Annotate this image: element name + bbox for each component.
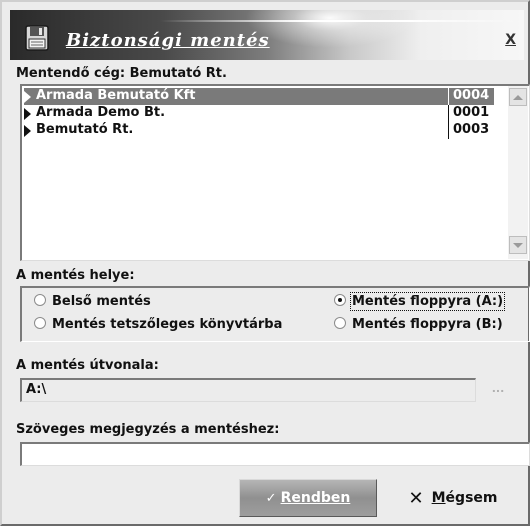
note-label: Szöveges megjegyzés a mentéshez:	[16, 422, 280, 437]
company-list[interactable]: Armada Bemutató Kft 0004 Armada Demo Bt.…	[20, 84, 530, 261]
triangle-right-icon	[24, 125, 31, 137]
company-code: 0001	[448, 105, 489, 122]
close-button[interactable]: X	[505, 32, 516, 48]
note-field[interactable]	[20, 442, 530, 466]
company-name: Armada Bemutató Kft	[36, 88, 196, 103]
backup-dialog: Biztonsági mentés X Mentendő cég: Bemuta…	[0, 0, 530, 526]
title-bar-flare	[245, 10, 415, 48]
cancel-accelerator: M	[431, 490, 446, 506]
triangle-right-icon	[24, 91, 31, 103]
radio-floppy-a[interactable]: Mentés floppyra (A:)	[334, 292, 506, 311]
radio-internal-backup[interactable]: Belső mentés	[34, 294, 151, 309]
radio-label: Belső mentés	[52, 294, 151, 309]
browse-button[interactable]: ...	[486, 374, 510, 398]
window-title: Biztonsági mentés	[66, 30, 270, 51]
triangle-up-icon	[513, 94, 523, 100]
radio-custom-directory[interactable]: Mentés tetszőleges könyvtárba	[34, 317, 282, 332]
ok-button[interactable]: ✓ Rendben	[239, 479, 377, 517]
radio-label: Mentés floppyra (B:)	[352, 317, 503, 332]
radio-label: Mentés floppyra (A:)	[349, 292, 506, 311]
close-x-icon: ✕	[408, 487, 424, 509]
company-code: 0003	[448, 122, 489, 139]
company-name: Bemutató Rt.	[36, 122, 134, 137]
location-label: A mentés helye:	[16, 268, 135, 283]
cancel-button-label: Mégsem	[432, 490, 498, 506]
scroll-up-button[interactable]	[509, 88, 527, 106]
company-code: 0004	[448, 88, 489, 105]
title-bar[interactable]: Biztonsági mentés X	[10, 10, 524, 60]
triangle-right-icon	[24, 108, 31, 120]
cancel-button[interactable]: ✕ Mégsem	[393, 479, 513, 517]
list-scrollbar[interactable]	[508, 86, 528, 259]
company-name: Armada Demo Bt.	[36, 105, 166, 120]
radio-indicator	[34, 294, 46, 306]
checkmark-icon: ✓	[265, 490, 277, 506]
radio-indicator	[334, 317, 346, 329]
scroll-down-button[interactable]	[509, 236, 527, 254]
path-label: A mentés útvonala:	[16, 358, 159, 373]
list-item[interactable]: Armada Bemutató Kft 0004	[24, 88, 494, 105]
list-item[interactable]: Bemutató Rt. 0003	[24, 122, 494, 139]
path-field[interactable]: A:\	[20, 378, 476, 402]
list-item[interactable]: Armada Demo Bt. 0001	[24, 105, 494, 122]
radio-label: Mentés tetszőleges könyvtárba	[52, 317, 283, 332]
radio-indicator	[334, 294, 346, 306]
radio-floppy-b[interactable]: Mentés floppyra (B:)	[334, 317, 503, 332]
ok-button-label: Rendben	[280, 490, 351, 506]
backup-disk-icon	[25, 25, 49, 51]
triangle-down-icon	[513, 242, 523, 248]
radio-indicator	[34, 317, 46, 329]
cancel-label-rest: égsem	[445, 490, 498, 506]
company-label: Mentendő cég: Bemutató Rt.	[16, 66, 227, 81]
location-group: Belső mentés Mentés floppyra (A:) Mentés…	[20, 286, 530, 342]
